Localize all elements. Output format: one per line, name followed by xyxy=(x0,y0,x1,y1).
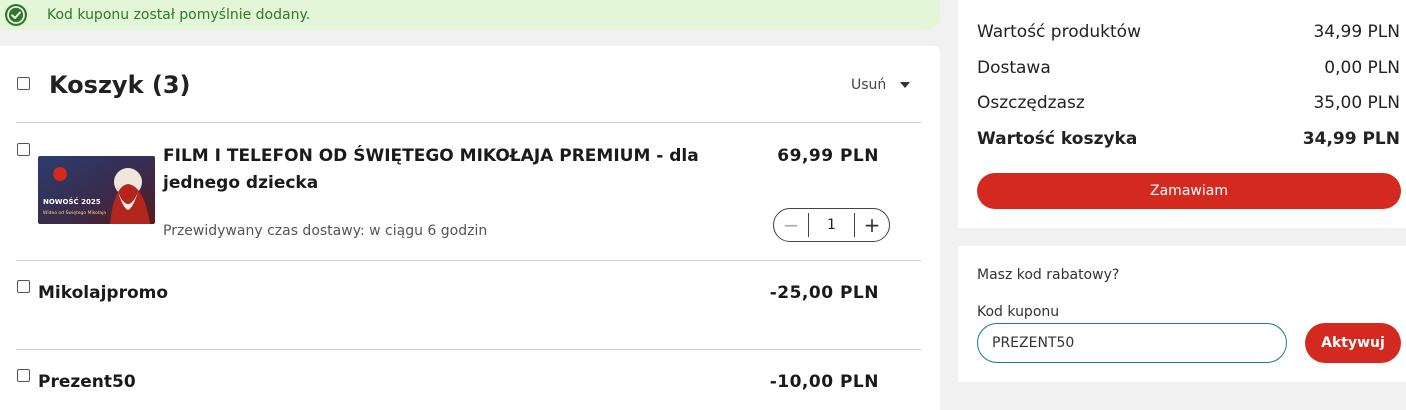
thumb-caption: Wideo od Świętego Mikołaja xyxy=(43,209,106,216)
summary-row-delivery: Dostawa 0,00 PLN xyxy=(977,58,1400,78)
summary-label: Oszczędzasz xyxy=(977,93,1085,113)
divider xyxy=(16,260,921,261)
summary-value: 0,00 PLN xyxy=(1324,58,1400,78)
remove-dropdown[interactable]: Usuń xyxy=(851,77,911,93)
quantity-stepper: − 1 + xyxy=(773,208,890,242)
decrease-quantity-button[interactable]: − xyxy=(774,209,808,241)
summary-row-products: Wartość produktów 34,99 PLN xyxy=(977,22,1400,42)
thumb-badge: NOWOŚĆ 2025 xyxy=(43,197,101,206)
discount-name: Mikolajpromo xyxy=(38,283,169,303)
order-summary: Wartość produktów 34,99 PLN Dostawa 0,00… xyxy=(958,0,1406,228)
discount-value: -10,00 PLN xyxy=(769,372,879,392)
discount-name: Prezent50 xyxy=(38,372,136,392)
success-alert: Kod kuponu został pomyślnie dodany. xyxy=(0,0,940,30)
coupon-question: Masz kod rabatowy? xyxy=(977,267,1120,283)
product-image: NOWOŚĆ 2025 Wideo od Świętego Mikołaja xyxy=(38,156,155,224)
summary-value: 35,00 PLN xyxy=(1313,93,1400,113)
remove-label: Usuń xyxy=(851,77,887,93)
cart-panel: Koszyk (3) Usuń NOWOŚĆ 2025 Wideo od Świ… xyxy=(0,46,940,410)
product-thumbnail[interactable]: NOWOŚĆ 2025 Wideo od Świętego Mikołaja xyxy=(38,156,155,224)
coupon-code-input[interactable] xyxy=(977,323,1287,363)
discount-checkbox[interactable] xyxy=(17,369,30,382)
caret-down-icon xyxy=(900,82,911,88)
summary-label: Wartość produktów xyxy=(977,22,1141,42)
activate-coupon-button[interactable]: Aktywuj xyxy=(1305,323,1401,363)
cart-title: Koszyk (3) xyxy=(49,71,191,99)
select-all-checkbox[interactable] xyxy=(17,77,30,90)
check-circle-icon xyxy=(5,4,27,26)
summary-row-total: Wartość koszyka 34,99 PLN xyxy=(977,129,1400,149)
delivery-time: Przewidywany czas dostawy: w ciągu 6 god… xyxy=(163,223,488,239)
order-button[interactable]: Zamawiam xyxy=(977,173,1401,209)
divider xyxy=(16,349,921,350)
discount-value: -25,00 PLN xyxy=(769,283,879,303)
divider xyxy=(16,122,921,123)
summary-row-savings: Oszczędzasz 35,00 PLN xyxy=(977,93,1400,113)
summary-label: Dostawa xyxy=(977,58,1051,78)
summary-value: 34,99 PLN xyxy=(1302,129,1400,149)
product-checkbox[interactable] xyxy=(17,143,30,156)
summary-value: 34,99 PLN xyxy=(1313,22,1400,42)
coupon-field-label: Kod kuponu xyxy=(977,304,1060,320)
discount-checkbox[interactable] xyxy=(17,280,30,293)
product-name[interactable]: FILM I TELEFON OD ŚWIĘTEGO MIKOŁAJA PREM… xyxy=(163,143,763,197)
alert-message: Kod kuponu został pomyślnie dodany. xyxy=(47,7,311,23)
quantity-value[interactable]: 1 xyxy=(808,213,855,237)
coupon-panel: Masz kod rabatowy? Kod kuponu Aktywuj xyxy=(958,246,1406,382)
product-price: 69,99 PLN xyxy=(777,146,879,166)
increase-quantity-button[interactable]: + xyxy=(855,209,889,241)
summary-label: Wartość koszyka xyxy=(977,129,1138,149)
